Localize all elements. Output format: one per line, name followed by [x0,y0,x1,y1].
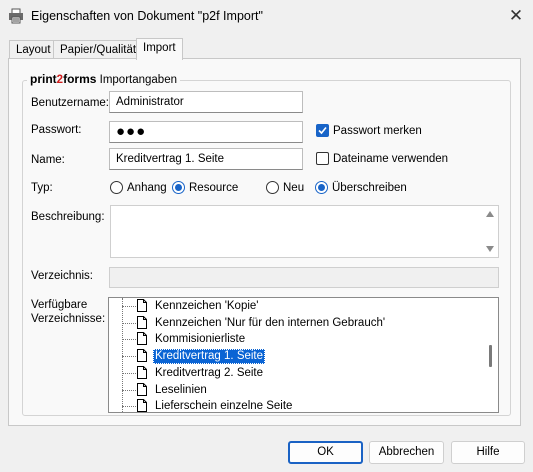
tree-item-label: Kennzeichen 'Nur für den internen Gebrau… [155,316,386,329]
tree-item-label: Kommisionierliste [155,333,246,346]
tree-branch-line [122,372,136,374]
tree-item[interactable]: Leselinien [109,382,469,399]
brand-logo-forms: forms [63,72,97,86]
tree-scrollbar-thumb[interactable] [489,345,492,367]
document-icon [137,382,147,396]
tree-item[interactable]: Kennzeichen 'Kopie' [109,298,469,315]
cancel-button[interactable]: Abbrechen [369,441,444,464]
tree-item[interactable]: Lieferschein einzelne Seite [109,398,469,413]
radio-anhang-label[interactable]: Anhang [127,181,167,195]
use-filename-label[interactable]: Dateiname verwenden [333,152,448,166]
tab-layout[interactable]: Layout [9,40,58,59]
tree-item-label: Lieferschein einzelne Seite [155,400,293,413]
tab-import[interactable]: Import [136,38,183,60]
scroll-up-icon[interactable] [486,211,494,217]
tree-branch-line [122,389,136,391]
tree-item-label: Kreditvertrag 1. Seite [153,349,266,365]
help-button[interactable]: Hilfe [451,441,525,464]
document-icon [137,399,147,412]
document-icon [137,365,147,379]
document-icon [137,299,147,312]
username-input[interactable]: Administrator [109,91,303,113]
tree-branch-line [122,339,136,341]
document-icon [137,315,147,329]
document-icon [137,332,147,346]
group-title: Importangaben [99,74,177,86]
tree-item[interactable]: Kennzeichen 'Nur für den internen Gebrau… [109,315,469,332]
tree-branch-line [122,306,136,307]
tree-branch-line [122,322,136,324]
radio-neu[interactable] [266,181,279,194]
available-dirs-label-line1: Verfügbare [31,299,88,311]
available-dirs-label-line2: Verzeichnisse: [31,313,106,325]
remember-password-checkbox[interactable] [316,124,329,137]
close-icon[interactable]: ✕ [504,4,528,28]
directory-label: Verzeichnis: [31,270,94,282]
radio-resource-label[interactable]: Resource [189,181,238,195]
tree-item[interactable]: Kommisionierliste [109,331,469,348]
tree-item-label: Leselinien [155,383,207,396]
window-title: Eigenschaften von Dokument "p2f Import" [31,9,263,23]
printer-icon [9,8,23,24]
description-textarea[interactable] [110,205,499,258]
description-label: Beschreibung: [31,211,105,223]
radio-ueberschreiben-label[interactable]: Überschreiben [332,181,407,195]
tree-branch-line [122,356,136,358]
password-input[interactable]: ●●● [109,121,303,143]
checkmark-icon [318,126,327,135]
username-label: Benutzername: [31,97,109,109]
scroll-down-icon[interactable] [486,246,494,252]
name-input[interactable]: Kreditvertrag 1. Seite [109,148,303,170]
tab-papier-qualitaet[interactable]: Papier/Qualität [53,40,144,59]
ok-button[interactable]: OK [288,441,363,464]
document-icon [137,349,147,363]
group-label: print2forms Importangaben [27,71,180,88]
directory-input [109,267,499,288]
tree-item[interactable]: Kreditvertrag 2. Seite [109,365,469,382]
password-label: Passwort: [31,124,82,136]
name-label: Name: [31,154,65,166]
brand-logo-print: print [30,72,57,86]
use-filename-checkbox[interactable] [316,152,329,165]
radio-anhang[interactable] [110,181,123,194]
tree-item-label: Kennzeichen 'Kopie' [155,300,259,312]
tree-branch-line [122,406,136,408]
radio-neu-label[interactable]: Neu [283,181,304,195]
radio-ueberschreiben[interactable] [315,181,328,194]
radio-resource[interactable] [172,181,185,194]
description-scrollbar[interactable] [483,206,498,257]
tree-item[interactable]: Kreditvertrag 1. Seite [109,348,469,365]
remember-password-label[interactable]: Passwort merken [333,124,422,138]
tree-item-label: Kreditvertrag 2. Seite [155,366,264,379]
type-label: Typ: [31,182,53,194]
directory-tree[interactable]: Kennzeichen 'Kopie' Kennzeichen 'Nur für … [108,297,499,413]
